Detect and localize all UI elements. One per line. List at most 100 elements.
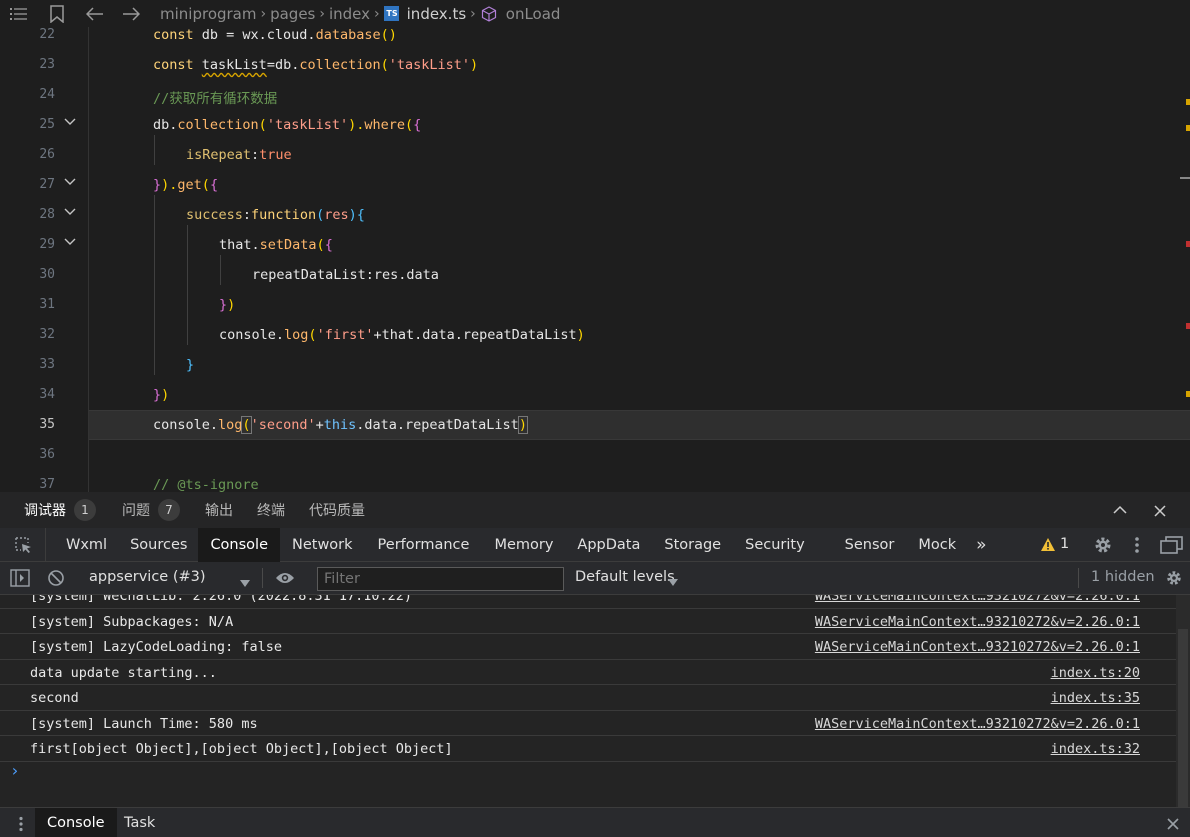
- console-message: second: [30, 690, 79, 706]
- line-number: 23: [39, 57, 55, 72]
- tab-wxml[interactable]: Wxml: [54, 528, 119, 562]
- fold-chevron-icon[interactable]: [62, 234, 78, 250]
- code-line: // @ts-ignore: [153, 477, 259, 492]
- source-link[interactable]: WAServiceMainContext…93210272&v=2.26.0:1: [815, 614, 1140, 630]
- drawer-menu-icon[interactable]: [18, 816, 24, 832]
- close-drawer-icon[interactable]: [1167, 818, 1179, 830]
- code-token: ).: [348, 117, 365, 133]
- console-scrollbar-thumb[interactable]: [1178, 629, 1188, 807]
- code-token: ): [576, 327, 585, 343]
- tab-network[interactable]: Network: [280, 528, 365, 562]
- breadcrumb-segment[interactable]: index: [329, 5, 370, 23]
- source-link[interactable]: WAServiceMainContext…93210272&v=2.26.0:1: [815, 595, 1140, 604]
- console-message-row: [system] LazyCodeLoading: false WAServic…: [0, 634, 1176, 660]
- source-link[interactable]: index.ts:32: [1051, 741, 1140, 757]
- tab-sensor[interactable]: Sensor: [833, 528, 907, 562]
- log-levels-dropdown[interactable]: Default levels: [575, 569, 675, 585]
- forward-arrow-icon[interactable]: [122, 5, 140, 23]
- source-link[interactable]: index.ts:20: [1051, 665, 1140, 681]
- fold-chevron-icon[interactable]: [62, 114, 78, 130]
- code-token: get: [177, 177, 202, 193]
- tab-performance[interactable]: Performance: [365, 528, 483, 562]
- source-link[interactable]: WAServiceMainContext…93210272&v=2.26.0:1: [815, 639, 1140, 655]
- eye-icon[interactable]: [275, 571, 295, 585]
- menu-icon[interactable]: [10, 5, 28, 23]
- code-token: (: [316, 237, 325, 253]
- code-token: {: [413, 117, 422, 133]
- dropdown-triangle-icon[interactable]: [240, 575, 250, 587]
- tab-memory[interactable]: Memory: [482, 528, 565, 562]
- filter-input[interactable]: [317, 567, 564, 591]
- tab-storage[interactable]: Storage: [652, 528, 733, 562]
- code-token: (: [380, 57, 389, 73]
- breadcrumb-segment[interactable]: miniprogram: [160, 5, 256, 23]
- tab-sources[interactable]: Sources: [119, 528, 198, 562]
- inspect-element-icon[interactable]: [0, 527, 46, 562]
- fold-chevron-icon[interactable]: [62, 204, 78, 220]
- code-token: 'taskList': [388, 57, 471, 73]
- line-number: 24: [39, 87, 55, 102]
- sidebar-toggle-icon[interactable]: [10, 569, 30, 587]
- source-link[interactable]: index.ts:35: [1051, 690, 1140, 706]
- code-line: success:function(res){: [186, 207, 365, 223]
- warning-count[interactable]: 1: [1060, 536, 1069, 552]
- tab-mock[interactable]: Mock: [906, 528, 968, 562]
- breadcrumb-segment[interactable]: pages: [270, 5, 315, 23]
- code-token: db = wx.cloud.: [193, 27, 316, 43]
- code-line: }): [153, 387, 169, 403]
- code-token: console.: [153, 417, 219, 433]
- tab-appdata[interactable]: AppData: [565, 528, 652, 562]
- console-settings-gear-icon[interactable]: [1165, 569, 1183, 587]
- code-token: setData: [259, 237, 317, 253]
- code-line: isRepeat:true: [186, 147, 292, 163]
- kebab-menu-icon[interactable]: [1134, 536, 1142, 554]
- fold-chevron-icon[interactable]: [62, 174, 78, 190]
- settings-gear-icon[interactable]: [1093, 535, 1113, 555]
- code-line: }): [219, 297, 235, 313]
- code-line: }).get({: [153, 177, 218, 193]
- close-panel-icon[interactable]: [1153, 504, 1167, 518]
- undock-icon[interactable]: [1160, 535, 1184, 555]
- tab-debugger[interactable]: 调试器 1: [24, 499, 96, 521]
- code-token: 'taskList': [266, 117, 349, 133]
- tab-console[interactable]: Console: [198, 527, 280, 562]
- clear-console-icon[interactable]: [47, 569, 65, 587]
- code-token: ): [227, 297, 236, 313]
- source-link[interactable]: WAServiceMainContext…93210272&v=2.26.0:1: [815, 716, 1140, 732]
- code-token: +that.data.repeatDataList: [373, 327, 577, 343]
- breadcrumb-symbol[interactable]: onLoad: [506, 5, 561, 23]
- code-editor[interactable]: 22 23 24 25 26 27 28 29 30 31 32 33 34 3…: [0, 27, 1190, 492]
- code-token: true: [259, 147, 292, 163]
- code-token: 'second': [250, 417, 316, 433]
- tab-output[interactable]: 输出: [205, 500, 233, 520]
- code-token: .data.repeatDataList: [356, 417, 519, 433]
- indent-guide: [220, 255, 221, 285]
- tab-security[interactable]: Security: [733, 528, 817, 562]
- dropdown-triangle-icon[interactable]: [668, 574, 678, 586]
- drawer-tab-task[interactable]: Task: [112, 808, 167, 837]
- chevron-right-icon: ›: [374, 5, 380, 22]
- console-message: [system] WeChatLib: 2.26.0 (2022.8.31 17…: [30, 595, 413, 604]
- chevron-up-icon[interactable]: [1112, 504, 1128, 516]
- code-token: (): [380, 27, 397, 43]
- code-token: (: [201, 177, 210, 193]
- code-line: const taskList=db.collection('taskList'): [153, 57, 478, 73]
- console-output[interactable]: [system] WeChatLib: 2.26.0 (2022.8.31 17…: [0, 595, 1176, 807]
- drawer-tab-console[interactable]: Console: [35, 808, 117, 837]
- line-number: 25: [39, 117, 55, 132]
- breadcrumb-file[interactable]: index.ts: [407, 5, 467, 23]
- code-token: +: [315, 417, 324, 433]
- back-arrow-icon[interactable]: [86, 5, 104, 23]
- line-number: 31: [39, 297, 55, 312]
- code-token: {: [209, 177, 219, 193]
- context-select[interactable]: appservice (#3): [89, 569, 206, 585]
- tab-terminal[interactable]: 终端: [257, 500, 285, 520]
- tab-problems[interactable]: 问题 7: [122, 499, 180, 521]
- more-tabs-button[interactable]: »: [968, 528, 994, 562]
- tab-code-quality[interactable]: 代码质量: [309, 500, 365, 520]
- code-line: //获取所有循环数据: [153, 87, 277, 107]
- console-prompt[interactable]: ›: [10, 761, 20, 780]
- warning-icon[interactable]: [1040, 537, 1056, 553]
- bookmark-icon[interactable]: [48, 4, 66, 23]
- line-number: 27: [39, 177, 55, 192]
